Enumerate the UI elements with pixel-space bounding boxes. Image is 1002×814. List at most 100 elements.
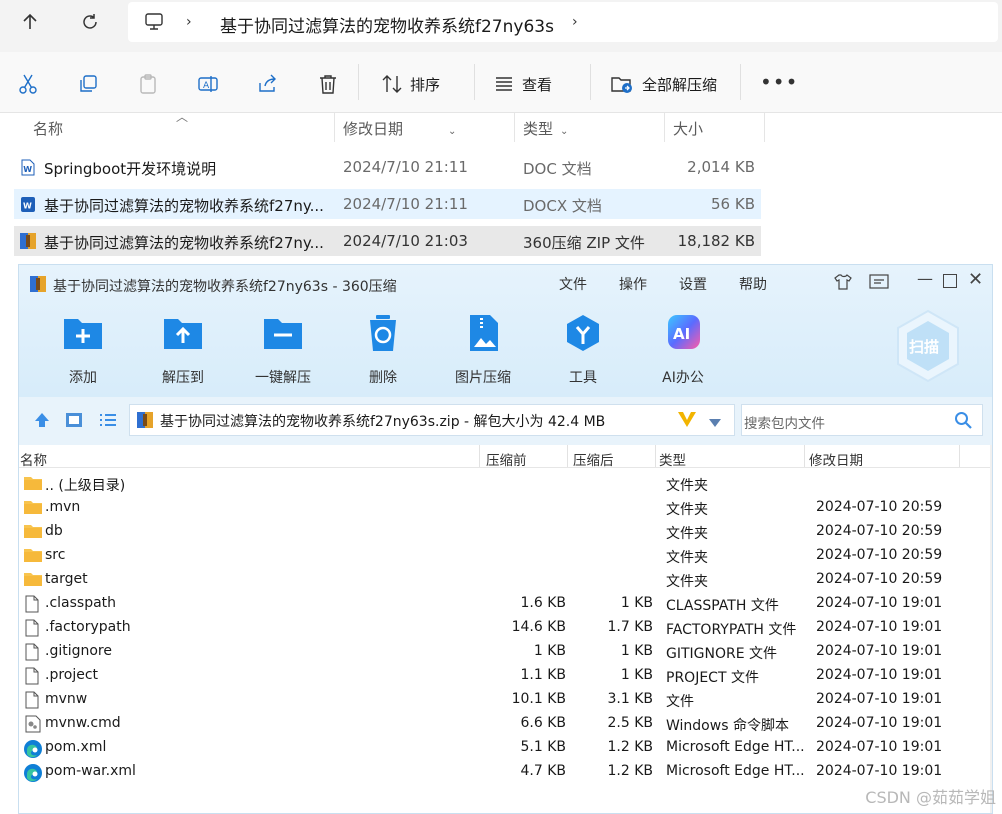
file-row-selected[interactable]: W 基于协同过滤算法的宠物收养系统f27ny... 2024/7/10 21:1… <box>14 189 761 219</box>
copy-icon[interactable] <box>74 70 102 98</box>
file-size: 18,182 KB <box>677 232 755 250</box>
col-header-name[interactable]: 名称 <box>33 118 63 139</box>
file-row-selected[interactable]: 基于协同过滤算法的宠物收养系统f27ny... 2024/7/10 21:03 … <box>14 226 761 256</box>
archive-row[interactable]: target 文件夹 2024-07-10 20:59 <box>19 568 992 592</box>
column-divider[interactable] <box>959 445 960 467</box>
scan-button[interactable]: 扫描 <box>895 309 961 383</box>
thumbnail-view-icon[interactable] <box>65 412 83 432</box>
tool-label: 解压到 <box>162 370 204 386</box>
skin-shirt-icon[interactable] <box>833 273 853 295</box>
close-icon[interactable]: ✕ <box>968 269 983 290</box>
column-divider[interactable] <box>664 112 665 142</box>
entry-type: 文件夹 <box>666 550 708 566</box>
archive-row[interactable]: .gitignore 1 KB 1 KB GITIGNORE 文件 2024-07-10… <box>19 640 992 664</box>
archive-search-input[interactable]: 搜索包内文件 <box>741 404 983 436</box>
refresh-icon[interactable] <box>70 2 110 42</box>
message-icon[interactable] <box>869 274 889 294</box>
minimize-icon[interactable]: — <box>917 269 933 288</box>
entry-name: pom.xml <box>45 739 107 755</box>
entry-type: 文件夹 <box>666 526 708 542</box>
menu-help[interactable]: 帮助 <box>739 274 767 294</box>
v-logo-icon[interactable] <box>676 408 698 434</box>
archive-row[interactable]: src 文件夹 2024-07-10 20:59 <box>19 544 992 568</box>
archive-row[interactable]: mvnw 10.1 KB 3.1 KB 文件 2024-07-10 19:01 <box>19 688 992 712</box>
archive-row[interactable]: db 文件夹 2024-07-10 20:59 <box>19 520 992 544</box>
file-row[interactable]: W Springboot开发环境说明 2024/7/10 21:11 DOC 文… <box>14 152 761 182</box>
word-doc-icon: W <box>20 159 36 180</box>
col-header-size[interactable]: 大小 <box>673 118 703 139</box>
list-header-after[interactable]: 压缩后 <box>573 449 614 469</box>
scrollbar[interactable] <box>990 445 992 813</box>
extract-all-icon[interactable] <box>608 70 636 98</box>
sort-icon[interactable] <box>378 70 406 98</box>
breadcrumb-folder[interactable]: 基于协同过滤算法的宠物收养系统f27ny63s <box>220 12 554 37</box>
file-icon <box>25 619 39 641</box>
view-icon[interactable] <box>490 70 518 98</box>
entry-date: 2024-07-10 19:01 <box>816 619 943 635</box>
column-divider[interactable] <box>804 445 805 467</box>
archive-row[interactable]: .project 1.1 KB 1 KB PROJECT 文件 2024-07-10 1… <box>19 664 992 688</box>
chevron-down-icon: ⌄ <box>448 126 457 137</box>
one-click-extract-button[interactable]: 一键解压 <box>243 313 323 387</box>
entry-type: Microsoft Edge HT... <box>666 739 805 755</box>
entry-size-after: 1 KB <box>620 667 653 683</box>
list-header-before[interactable]: 压缩前 <box>486 449 527 469</box>
col-header-type[interactable]: 类型 <box>523 118 553 139</box>
archive-row[interactable]: .classpath 1.6 KB 1 KB CLASSPATH 文件 2024-07-… <box>19 592 992 616</box>
col-header-modified[interactable]: 修改日期 <box>343 118 403 139</box>
this-pc-icon <box>144 12 164 36</box>
image-compress-button[interactable]: 图片压缩 <box>443 313 523 387</box>
dropdown-arrow-icon[interactable] <box>708 413 722 432</box>
menu-file[interactable]: 文件 <box>559 274 587 294</box>
column-divider[interactable] <box>334 112 335 142</box>
cut-icon[interactable] <box>14 70 42 98</box>
menu-operate[interactable]: 操作 <box>619 274 647 294</box>
column-divider[interactable] <box>655 445 656 467</box>
toolbar-divider <box>474 64 475 100</box>
list-header-name[interactable]: 名称 <box>20 449 47 469</box>
tool-label: 工具 <box>569 370 597 386</box>
sort-button[interactable]: 排序 <box>410 74 440 95</box>
archive-row[interactable]: .mvn 文件夹 2024-07-10 20:59 <box>19 496 992 520</box>
menu-settings[interactable]: 设置 <box>679 274 707 294</box>
extract-all-button[interactable]: 全部解压缩 <box>642 74 717 95</box>
up-arrow-icon[interactable] <box>10 2 50 42</box>
address-bar[interactable]: › 基于协同过滤算法的宠物收养系统f27ny63s › <box>128 2 998 42</box>
archive-path-field[interactable]: 基于协同过滤算法的宠物收养系统f27ny63s.zip - 解包大小为 42.4… <box>129 404 735 436</box>
entry-type: 文件夹 <box>666 502 708 518</box>
list-header-type[interactable]: 类型 <box>659 449 686 469</box>
explorer-toolbar: A 排序 ⌄ 查看 ⌄ 全部解压缩 ••• <box>0 52 1002 137</box>
share-icon[interactable] <box>254 70 282 98</box>
column-divider[interactable] <box>514 112 515 142</box>
column-divider[interactable] <box>764 112 765 142</box>
toolbar-divider <box>590 64 591 100</box>
column-divider[interactable] <box>567 445 568 467</box>
list-header-date[interactable]: 修改日期 <box>809 449 863 469</box>
tools-button[interactable]: 工具 <box>543 313 623 387</box>
delete-icon[interactable] <box>314 70 342 98</box>
list-view-icon[interactable] <box>99 412 117 432</box>
entry-size-after: 2.5 KB <box>607 715 654 731</box>
file-type: DOC 文档 <box>523 160 592 178</box>
column-divider[interactable] <box>479 445 480 467</box>
archive-row[interactable]: mvnw.cmd 6.6 KB 2.5 KB Windows 命令脚本 2024-07-… <box>19 712 992 736</box>
entry-size-before: 4.7 KB <box>520 763 567 779</box>
delete-button[interactable]: 删除 <box>343 313 423 387</box>
maximize-icon[interactable] <box>943 274 957 288</box>
view-button[interactable]: 查看 <box>522 74 552 95</box>
archive-row[interactable]: pom.xml 5.1 KB 1.2 KB Microsoft Edge HT... 2… <box>19 736 992 760</box>
extract-to-button[interactable]: 解压到 <box>143 313 223 387</box>
ai-office-button[interactable]: AI AI办公 <box>643 313 723 387</box>
add-button[interactable]: 添加 <box>43 313 123 387</box>
toolbar-divider <box>740 64 741 100</box>
search-icon[interactable] <box>954 411 972 433</box>
archive-row[interactable]: .. (上级目录) 文件夹 <box>19 472 992 496</box>
more-options-icon[interactable]: ••• <box>760 70 798 94</box>
file-icon <box>25 667 39 689</box>
archive-row[interactable]: .factorypath 14.6 KB 1.7 KB FACTORYPATH 文件 2… <box>19 616 992 640</box>
rename-icon[interactable]: A <box>194 70 222 98</box>
up-level-icon[interactable] <box>33 411 51 433</box>
archive-row[interactable]: pom-war.xml 4.7 KB 1.2 KB Microsoft Edge HT… <box>19 760 992 784</box>
paste-icon[interactable] <box>134 70 162 98</box>
chevron-right-icon[interactable]: › <box>572 14 578 30</box>
